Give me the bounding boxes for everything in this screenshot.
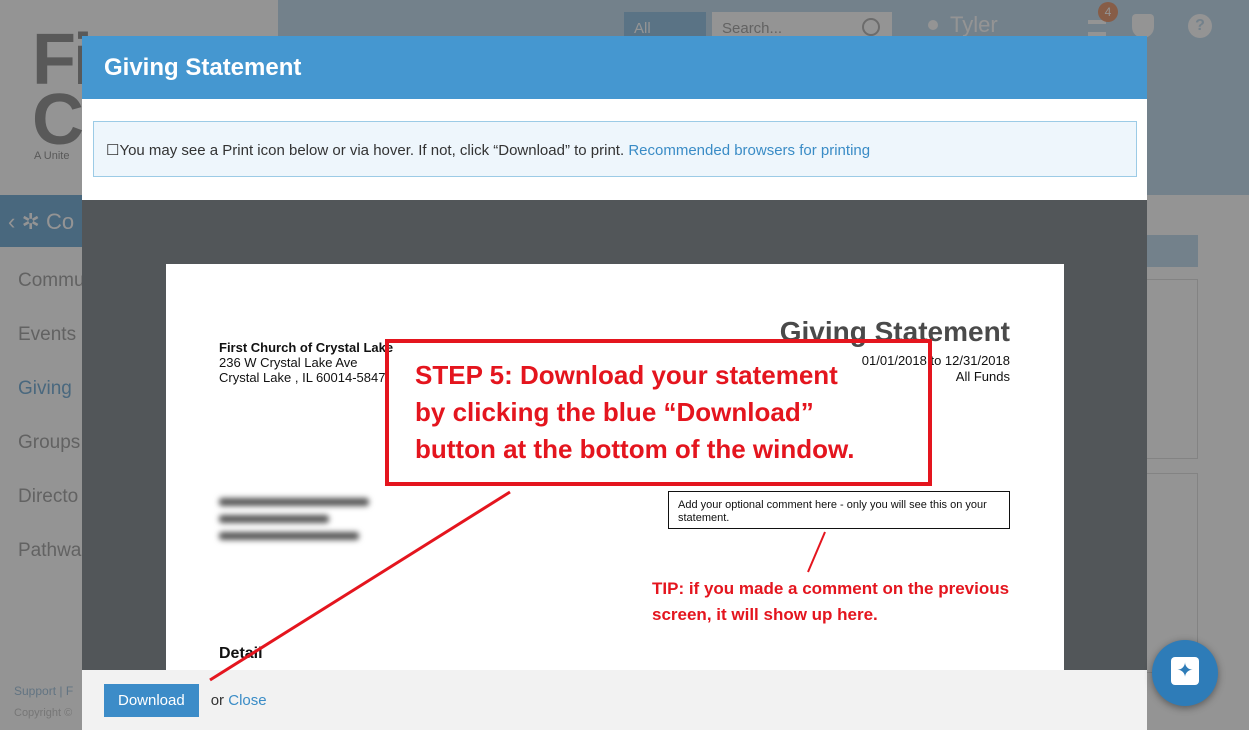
statement-funds: All Funds (955, 369, 1010, 384)
redacted-recipient-address (219, 498, 381, 548)
tip-line: screen, it will show up here. (652, 605, 878, 624)
modal-title: Giving Statement (82, 36, 1147, 99)
chat-star-icon: ✦ (1171, 657, 1199, 685)
detail-heading: Detail (219, 645, 263, 662)
org-address-line1: 236 W Crystal Lake Ave (219, 355, 358, 370)
or-text: or Close (210, 691, 267, 709)
org-address-line2: Crystal Lake , IL 60014-5847 (219, 370, 386, 385)
step-annotation: STEP 5: Download your statement by click… (385, 339, 932, 486)
step-line: STEP 5: Download your statement (415, 360, 838, 390)
statement-comment: Add your optional comment here - only yo… (668, 491, 1010, 529)
download-button[interactable]: Download (104, 683, 199, 717)
chat-button[interactable]: ✦ (1152, 640, 1218, 706)
tip-annotation: TIP: if you made a comment on the previo… (652, 576, 1042, 628)
modal-footer: Download or Close (82, 670, 1147, 730)
step-line: by clicking the blue “Download” (415, 397, 814, 427)
close-link[interactable]: Close (228, 692, 266, 709)
step-line: button at the bottom of the window. (415, 434, 855, 464)
print-notice: ☐You may see a Print icon below or via h… (93, 121, 1137, 177)
notice-text: ☐You may see a Print icon below or via h… (106, 142, 629, 159)
org-name: First Church of Crystal Lake (219, 340, 394, 355)
recommended-browsers-link[interactable]: Recommended browsers for printing (628, 142, 870, 159)
tip-line: TIP: if you made a comment on the previo… (652, 579, 1010, 598)
